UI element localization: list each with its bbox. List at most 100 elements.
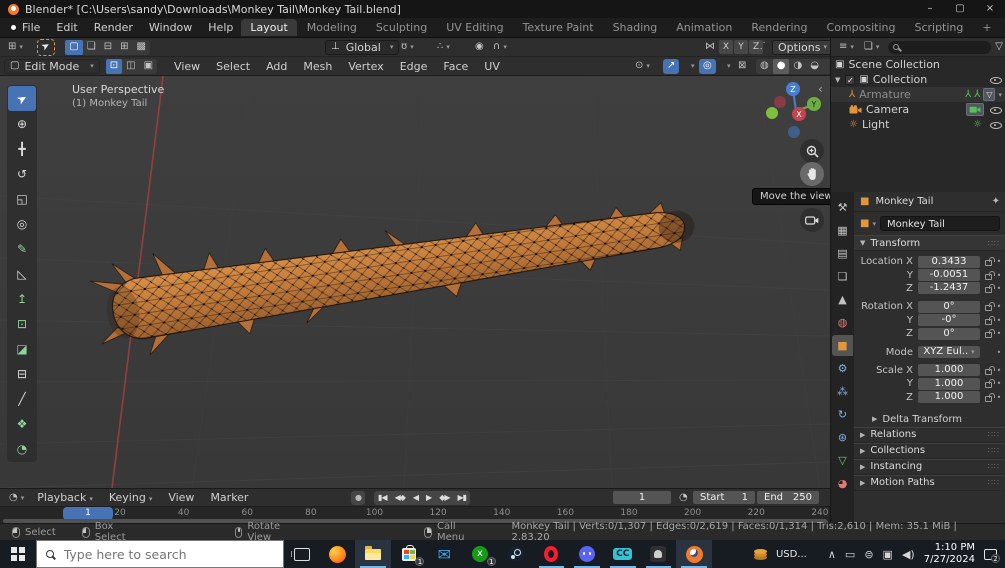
- scale-x-field[interactable]: 1.000: [918, 364, 980, 377]
- xbox-button[interactable]: x1: [462, 540, 498, 568]
- workspace-tab-animation[interactable]: Animation: [667, 19, 741, 36]
- tool-rotate[interactable]: ↺: [8, 161, 36, 186]
- panel-grip-icon[interactable]: ∷∷: [988, 430, 1000, 439]
- timeline-view-menu[interactable]: View: [160, 491, 202, 504]
- animate-dot-icon[interactable]: •: [996, 379, 1002, 388]
- snap-with-dropdown[interactable]: ∴: [433, 40, 454, 55]
- active-tool-button[interactable]: ➤: [36, 38, 56, 56]
- outliner-filter-dropdown[interactable]: ❏: [860, 40, 883, 55]
- close-button[interactable]: ×: [975, 0, 1005, 18]
- menu-window[interactable]: Window: [141, 21, 200, 34]
- mode-dropdown[interactable]: ▢ Edit Mode: [4, 58, 100, 74]
- camera-data-button[interactable]: [966, 103, 984, 116]
- workspace-tab-shading[interactable]: Shading: [604, 19, 667, 36]
- view-layer-tab-icon[interactable]: ❏: [832, 266, 853, 287]
- scene-tab-icon[interactable]: ▲: [832, 289, 853, 310]
- object-tab-icon[interactable]: ■: [832, 335, 853, 356]
- taskbar-search-input[interactable]: [63, 546, 254, 562]
- tray-expand-icon[interactable]: ∧: [828, 548, 836, 561]
- end-frame-field[interactable]: End 250: [757, 491, 819, 504]
- tool-spin[interactable]: ◔: [8, 436, 36, 461]
- workspace-tab-sculpting[interactable]: Sculpting: [367, 19, 436, 36]
- workspace-tab-rendering[interactable]: Rendering: [742, 19, 816, 36]
- workspace-tab-modeling[interactable]: Modeling: [298, 19, 366, 36]
- rotation-y-field[interactable]: -0°: [918, 314, 980, 327]
- hide-eye-icon[interactable]: [990, 120, 1002, 130]
- currency-widget-icon[interactable]: [753, 548, 767, 554]
- marker-menu[interactable]: Marker: [202, 491, 256, 504]
- mirror-y-button[interactable]: Y: [734, 40, 748, 54]
- playback-menu[interactable]: Playback: [29, 491, 101, 504]
- minimize-button[interactable]: –: [915, 0, 945, 18]
- panel-grip-icon[interactable]: ∷∷: [988, 446, 1000, 455]
- select-mode-subtract[interactable]: ⊟: [100, 40, 116, 55]
- proportional-edit-button[interactable]: ◉: [471, 40, 488, 55]
- sidebar-collapse-icon[interactable]: ‹: [818, 82, 823, 96]
- tool-cursor[interactable]: ⊕: [8, 111, 36, 136]
- lock-icon[interactable]: [985, 379, 995, 389]
- current-frame-field[interactable]: 1: [613, 491, 671, 504]
- tool-inset-faces[interactable]: ⊡: [8, 311, 36, 336]
- output-tab-icon[interactable]: ▤: [832, 243, 853, 264]
- filter-funnel-icon[interactable]: ▽: [995, 42, 1003, 52]
- shading-solid-button[interactable]: ●: [772, 58, 790, 74]
- gizmos-dropdown[interactable]: [684, 59, 699, 74]
- vp-menu-edge[interactable]: Edge: [392, 60, 436, 73]
- hide-eye-icon[interactable]: [990, 105, 1002, 115]
- opera-button[interactable]: [534, 540, 570, 568]
- object-id-icon[interactable]: ■: [860, 218, 869, 229]
- outliner-search[interactable]: [888, 40, 992, 54]
- animate-dot-icon[interactable]: •: [996, 257, 1002, 266]
- visibility-dropdown[interactable]: ⊙: [631, 59, 654, 74]
- file-explorer-button[interactable]: [355, 540, 391, 568]
- animate-dot-icon[interactable]: •: [996, 366, 1002, 375]
- workspace-tab-scripting[interactable]: Scripting: [905, 19, 972, 36]
- workspace-tab-uv-editing[interactable]: UV Editing: [437, 19, 512, 36]
- currency-widget-label[interactable]: USD...: [776, 549, 807, 560]
- menu-file[interactable]: File: [14, 21, 48, 34]
- transform-orientation-dropdown[interactable]: ⊥ Global: [325, 39, 400, 55]
- steam-button[interactable]: [498, 540, 534, 568]
- tool-scale[interactable]: ◱: [8, 186, 36, 211]
- tool-select-box[interactable]: ➤: [8, 86, 36, 111]
- zoom-view-button[interactable]: [800, 139, 824, 163]
- volume-icon[interactable]: ◀): [902, 548, 915, 561]
- menu-render[interactable]: Render: [86, 21, 141, 34]
- outliner-row-light[interactable]: ☼ Light ☼: [831, 117, 1005, 132]
- tool-extrude-region[interactable]: ↥: [8, 286, 36, 311]
- vp-menu-vertex[interactable]: Vertex: [340, 60, 391, 73]
- snap-projection-button[interactable]: ⸪: [753, 40, 769, 55]
- firefox-button[interactable]: [319, 540, 355, 568]
- play-button[interactable]: ▶: [422, 493, 435, 502]
- instancing-panel[interactable]: ▶ Instancing ∷∷: [854, 458, 1005, 475]
- options-dropdown[interactable]: Options: [772, 39, 833, 55]
- ms-store-button[interactable]: 1: [391, 540, 427, 568]
- editor-type-button[interactable]: ⊞: [4, 40, 27, 55]
- motion-paths-panel[interactable]: ▶ Motion Paths ∷∷: [854, 474, 1005, 491]
- menu-edit[interactable]: Edit: [48, 21, 85, 34]
- lock-icon[interactable]: [985, 315, 995, 325]
- outliner-row-scene-collection[interactable]: ▣ Scene Collection: [831, 57, 1005, 72]
- lock-icon[interactable]: [985, 329, 995, 339]
- outliner-search-input[interactable]: [899, 41, 960, 53]
- tool-tab-icon[interactable]: ⚒: [832, 197, 853, 218]
- select-mode-intersect[interactable]: ▩: [133, 40, 150, 55]
- armature-selected-data-button[interactable]: ▽: [983, 88, 996, 101]
- location-z-field[interactable]: -1.2437: [918, 282, 980, 295]
- particles-tab-icon[interactable]: ⁂: [832, 381, 853, 402]
- discord-button[interactable]: [569, 540, 605, 568]
- task-view-button[interactable]: [284, 540, 320, 568]
- tray-pen-icon[interactable]: ▣: [883, 548, 893, 561]
- overlays-toggle[interactable]: ◎: [699, 58, 716, 74]
- play-reverse-button[interactable]: ◀: [409, 493, 422, 502]
- render-tab-icon[interactable]: ▦: [832, 220, 853, 241]
- select-mode-new[interactable]: ▢: [65, 39, 83, 55]
- lock-icon[interactable]: [985, 257, 995, 267]
- animate-dot-icon[interactable]: •: [996, 302, 1002, 311]
- add-workspace-button[interactable]: +: [973, 19, 1000, 36]
- overlays-dropdown[interactable]: [720, 59, 735, 74]
- pin-icon[interactable]: ✦: [992, 196, 1000, 207]
- workspace-tab-layout[interactable]: Layout: [241, 19, 297, 36]
- constraints-tab-icon[interactable]: ⊛: [832, 427, 853, 448]
- auto-keying-icon[interactable]: ◔: [679, 492, 688, 503]
